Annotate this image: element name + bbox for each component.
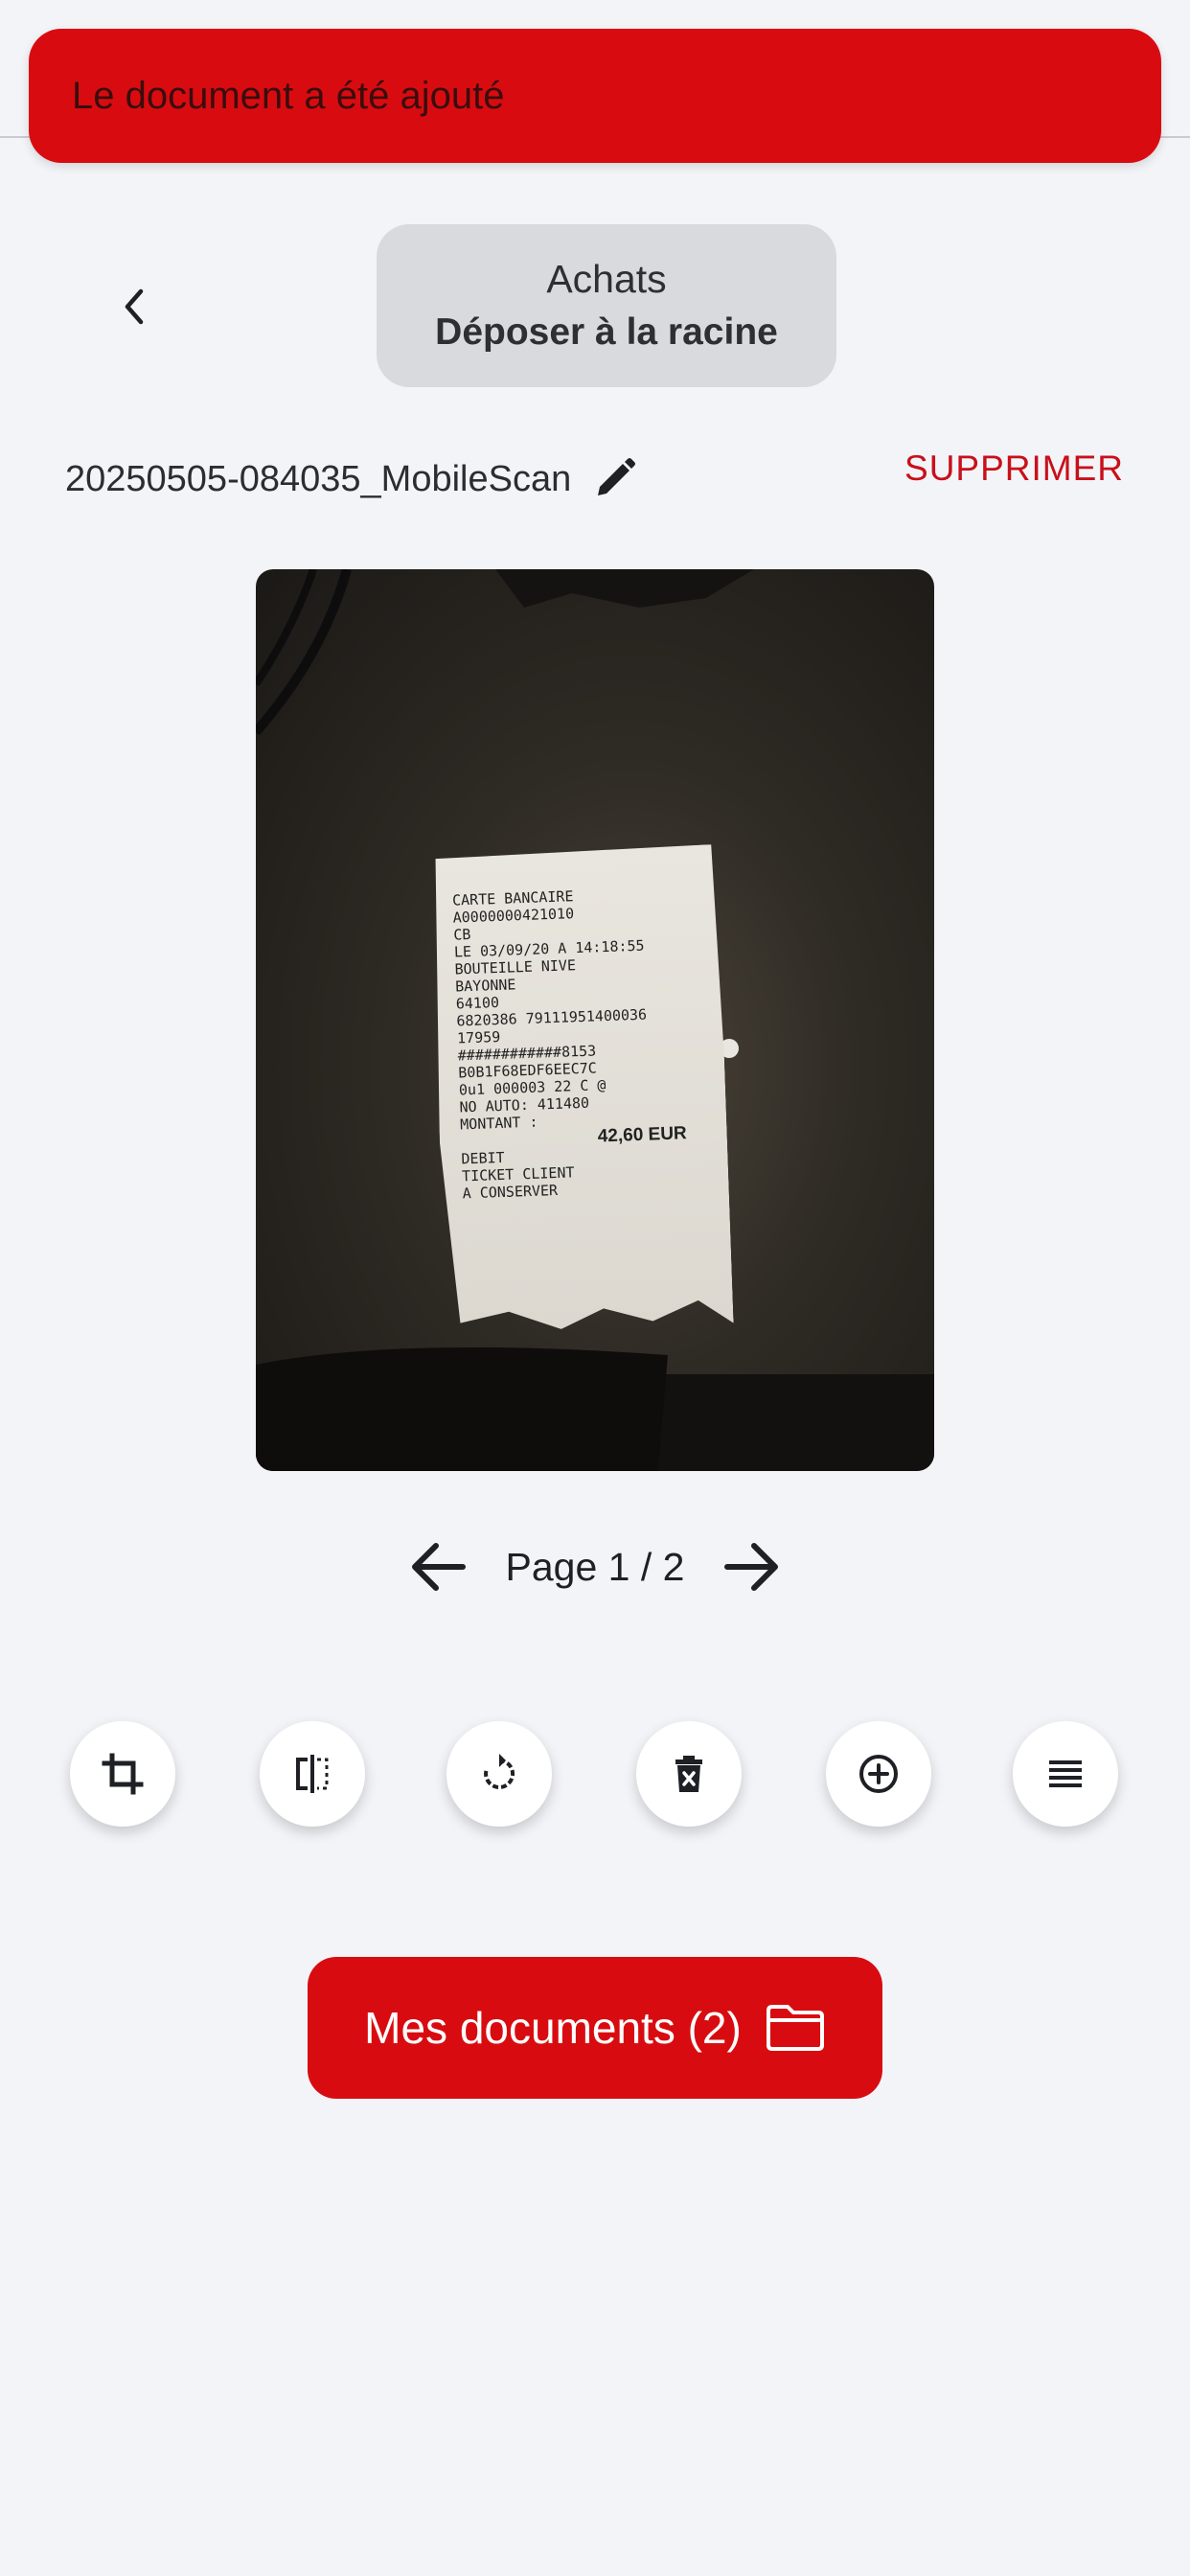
my-documents-label: Mes documents (2)	[364, 2003, 742, 2053]
destination-folder-button[interactable]: Achats Déposer à la racine	[377, 224, 836, 387]
back-button[interactable]	[105, 278, 163, 335]
arrow-left-icon	[411, 1543, 466, 1591]
flip-button[interactable]	[260, 1721, 365, 1827]
document-preview[interactable]: CARTE BANCAIRE A0000000421010 CB LE 03/0…	[256, 569, 934, 1471]
reorder-button[interactable]	[1013, 1721, 1118, 1827]
document-name: 20250505-084035_MobileScan	[65, 458, 572, 499]
folder-icon	[766, 2005, 824, 2051]
delete-page-button[interactable]	[636, 1721, 742, 1827]
add-page-button[interactable]	[826, 1721, 931, 1827]
document-name-row: 20250505-084035_MobileScan	[65, 450, 638, 508]
delete-page-icon	[675, 1756, 702, 1792]
page-indicator: Page 1 / 2	[505, 1544, 685, 1589]
folder-name: Achats	[546, 257, 667, 301]
page-navigator: Page 1 / 2	[0, 1524, 1190, 1610]
rotate-icon	[484, 1754, 515, 1789]
receipt-image: CARTE BANCAIRE A0000000421010 CB LE 03/0…	[429, 844, 733, 1333]
add-page-icon	[859, 1755, 898, 1793]
reorder-icon	[1049, 1760, 1082, 1787]
crop-icon	[102, 1753, 144, 1795]
arrow-right-icon	[724, 1543, 779, 1591]
flip-icon	[296, 1755, 329, 1793]
toast-message: Le document a été ajouté	[72, 74, 505, 117]
previous-page-button[interactable]	[404, 1533, 471, 1600]
toast-notification: Le document a été ajouté	[29, 29, 1161, 163]
pencil-icon[interactable]	[590, 455, 638, 503]
next-page-button[interactable]	[719, 1533, 786, 1600]
crop-button[interactable]	[70, 1721, 175, 1827]
delete-document-button[interactable]: SUPPRIMER	[904, 448, 1124, 489]
chevron-left-icon	[125, 288, 144, 325]
folder-action: Déposer à la racine	[435, 311, 778, 353]
my-documents-button[interactable]: Mes documents (2)	[308, 1957, 882, 2099]
rotate-button[interactable]	[446, 1721, 552, 1827]
